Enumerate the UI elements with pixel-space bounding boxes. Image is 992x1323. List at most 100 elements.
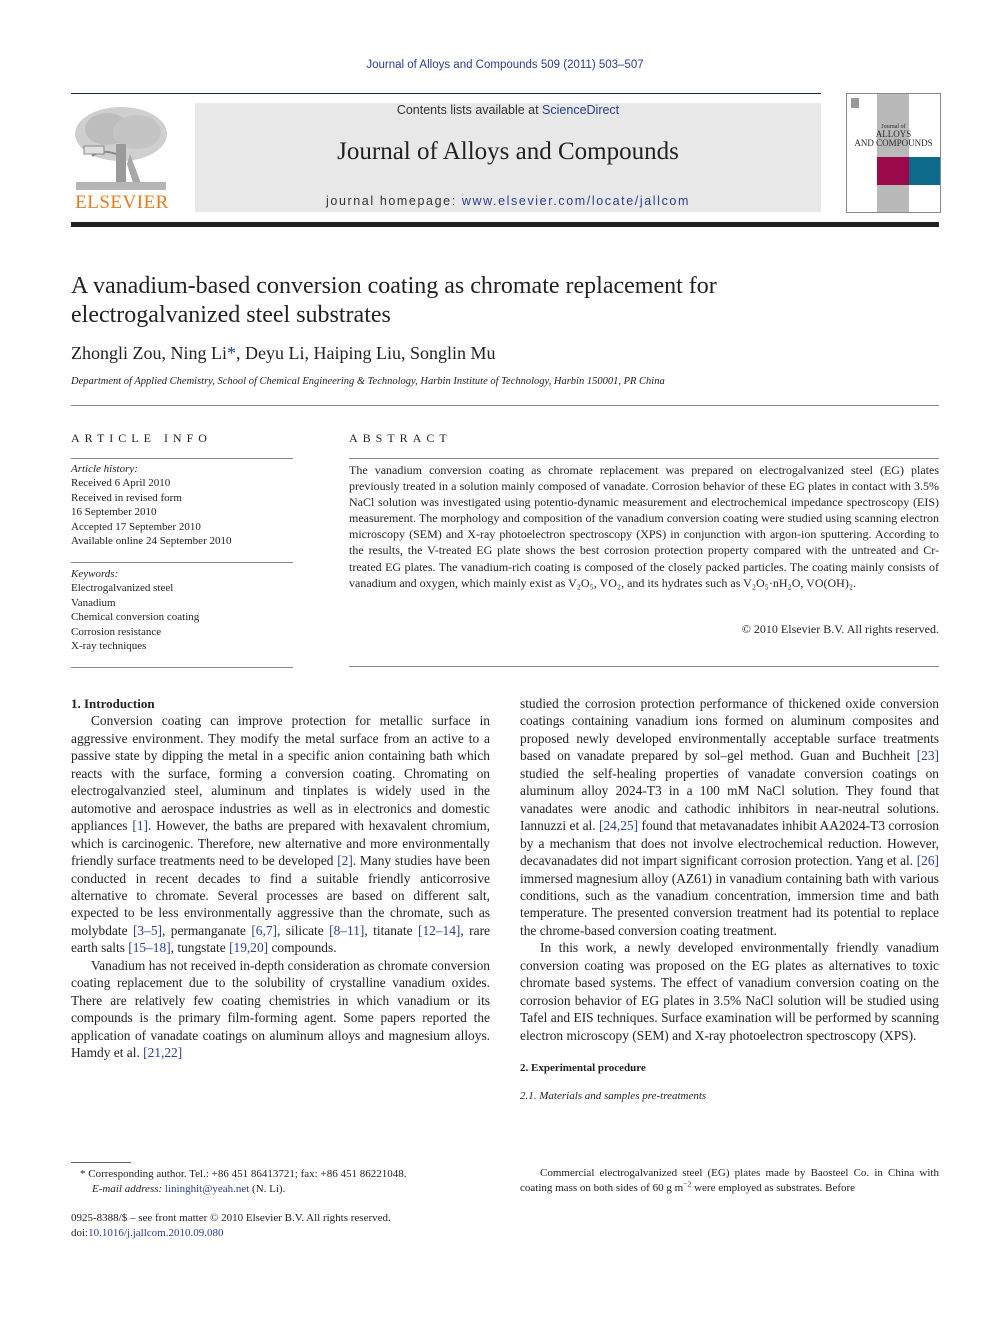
citation-link[interactable]: [15–18]	[128, 940, 170, 955]
author-list: Zhongli Zou, Ning Li*, Deyu Li, Haiping …	[71, 343, 496, 364]
citation-link[interactable]: [6,7]	[251, 923, 277, 938]
homepage-prefix: journal homepage:	[326, 194, 462, 208]
header-divider	[71, 93, 821, 94]
text: Conversion coating can improve protectio…	[71, 713, 490, 834]
citation-link[interactable]: [3–5]	[133, 923, 162, 938]
journal-cover-thumbnail[interactable]: Journal of ALLOYS AND COMPOUNDS	[846, 93, 941, 213]
text: were employed as substrates. Before	[691, 1182, 856, 1194]
history-item: Accepted 17 September 2010	[71, 520, 201, 533]
issn-line: 0925-8388/$ – see front matter © 2010 El…	[71, 1212, 391, 1224]
subsection-2-1-heading: 2.1. Materials and samples pre-treatment…	[520, 1089, 707, 1102]
email-suffix: (N. Li).	[249, 1183, 286, 1195]
body-left-column: 1. Introduction Conversion coating can i…	[71, 695, 490, 1062]
article-history: Article history: Received 6 April 2010 R…	[71, 462, 296, 548]
email-link[interactable]: lininghit@yeah.net	[165, 1183, 249, 1195]
history-item: 16 September 2010	[71, 506, 157, 519]
citation-link[interactable]: [2]	[337, 853, 353, 868]
front-matter-notice: 0925-8388/$ – see front matter © 2010 El…	[71, 1211, 491, 1241]
homepage-line: journal homepage: www.elsevier.com/locat…	[195, 194, 821, 208]
paragraph: Vanadium has not received in-depth consi…	[71, 957, 490, 1062]
article-info-heading: ARTICLE INFO	[71, 431, 212, 445]
abstract-bottom-divider	[349, 666, 939, 667]
text: immersed magnesium alloy (AZ61) in vanad…	[520, 870, 939, 938]
text: compounds.	[268, 940, 337, 956]
paragraph-continued: studied the corrosion protection perform…	[520, 695, 939, 939]
section-1-heading: 1. Introduction	[71, 696, 155, 711]
cover-magenta-block	[877, 157, 909, 185]
corresponding-author-footnote: * Corresponding author. Tel.: +86 451 86…	[80, 1167, 500, 1197]
cover-gray-band	[877, 94, 909, 212]
citation-link[interactable]: [12–14]	[418, 923, 460, 938]
article-info-divider	[71, 458, 293, 459]
journal-title: Journal of Alloys and Compounds	[337, 138, 679, 165]
body-right-tail: Commercial electrogalvanized steel (EG) …	[520, 1166, 939, 1196]
cover-title-line3: AND COMPOUNDS	[854, 138, 933, 148]
body-right-column: studied the corrosion protection perform…	[520, 695, 939, 1105]
article-info-bottom-divider	[71, 667, 293, 668]
paragraph: Conversion coating can improve protectio…	[71, 712, 490, 956]
citation-link[interactable]: [19,20]	[229, 940, 268, 955]
citation-link[interactable]: [23]	[917, 748, 939, 763]
header-thick-rule	[71, 222, 939, 227]
citation-link[interactable]: [26]	[917, 853, 939, 868]
elsevier-logo: ELSEVIER	[70, 100, 174, 214]
elsevier-wordmark: ELSEVIER	[75, 192, 169, 213]
paragraph: In this work, a newly developed environm…	[520, 940, 939, 1043]
keywords-label: Keywords:	[71, 568, 119, 580]
email-label: E-mail address:	[92, 1183, 163, 1195]
cover-title: Journal of ALLOYS AND COMPOUNDS	[847, 124, 940, 148]
text: , permanganate	[161, 922, 252, 938]
journal-citation-link[interactable]: Journal of Alloys and Compounds 509 (201…	[0, 59, 992, 71]
keyword-item: Chemical conversion coating	[71, 611, 200, 624]
abstract-text: The vanadium conversion coating as chrom…	[349, 462, 939, 591]
authors-after: , Deyu Li, Haiping Liu, Songlin Mu	[236, 343, 496, 363]
corresponding-author-link[interactable]: *	[227, 343, 236, 363]
contents-prefix: Contents lists available at	[396, 103, 543, 117]
text: , titanate	[364, 922, 418, 938]
doi-prefix: doi:	[71, 1227, 89, 1239]
footnote-divider	[71, 1162, 131, 1163]
abstract-heading: ABSTRACT	[349, 431, 452, 445]
cover-teal-block	[909, 157, 940, 185]
affiliation: Department of Applied Chemistry, School …	[71, 376, 665, 387]
abstract-divider	[349, 458, 939, 459]
keyword-item: Vanadium	[71, 596, 116, 609]
citation-link[interactable]: [8–11]	[329, 923, 364, 938]
doi-line: doi:10.1016/j.jallcom.2010.09.080	[71, 1226, 491, 1241]
sciencedirect-link[interactable]: ScienceDirect	[542, 103, 619, 117]
cover-publisher-icon	[851, 98, 859, 108]
abstract-formulas: V₂O₅, VO₂, and its hydrates such as V₂O₅…	[568, 575, 857, 590]
footnote-line1: * Corresponding author. Tel.: +86 451 86…	[80, 1167, 500, 1182]
footnote-line2: E-mail address: lininghit@yeah.net (N. L…	[80, 1182, 500, 1197]
history-item: Received 6 April 2010	[71, 477, 171, 490]
footnote-contact: Corresponding author. Tel.: +86 451 8641…	[85, 1168, 407, 1180]
paragraph: Commercial electrogalvanized steel (EG) …	[520, 1166, 939, 1196]
abstract-copyright: © 2010 Elsevier B.V. All rights reserved…	[741, 622, 939, 636]
history-label: Article history:	[71, 463, 138, 475]
elsevier-tree-icon	[75, 107, 167, 190]
contents-line: Contents lists available at ScienceDirec…	[195, 103, 821, 117]
abstract-body: The vanadium conversion coating as chrom…	[349, 463, 939, 590]
keywords: Keywords: Electrogalvanized steel Vanadi…	[71, 567, 296, 653]
text: Vanadium has not received in-depth consi…	[71, 957, 490, 1061]
affiliation-divider	[71, 405, 939, 406]
doi-link[interactable]: 10.1016/j.jallcom.2010.09.080	[88, 1227, 223, 1239]
authors-before: Zhongli Zou, Ning Li	[71, 343, 227, 363]
history-item: Received in revised form	[71, 491, 182, 504]
article-title: A vanadium-based conversion coating as c…	[71, 272, 931, 330]
citation-link[interactable]: [21,22]	[143, 1045, 182, 1060]
keyword-item: Corrosion resistance	[71, 625, 162, 638]
text: , tungstate	[170, 940, 230, 956]
keywords-divider	[71, 562, 293, 563]
citation-link[interactable]: [1]	[132, 818, 148, 833]
text: studied the corrosion protection perform…	[520, 696, 939, 764]
keyword-item: X-ray techniques	[71, 640, 147, 653]
citation-link[interactable]: [24,25]	[599, 818, 638, 833]
text: , silicate	[276, 922, 330, 938]
history-item: Available online 24 September 2010	[71, 535, 232, 548]
homepage-link[interactable]: www.elsevier.com/locate/jallcom	[462, 194, 690, 208]
keyword-item: Electrogalvanized steel	[71, 582, 174, 595]
article-title-line1: A vanadium-based conversion coating as c…	[71, 273, 717, 299]
article-title-line2: electrogalvanized steel substrates	[71, 302, 391, 328]
section-2-heading: 2. Experimental procedure	[520, 1062, 646, 1075]
